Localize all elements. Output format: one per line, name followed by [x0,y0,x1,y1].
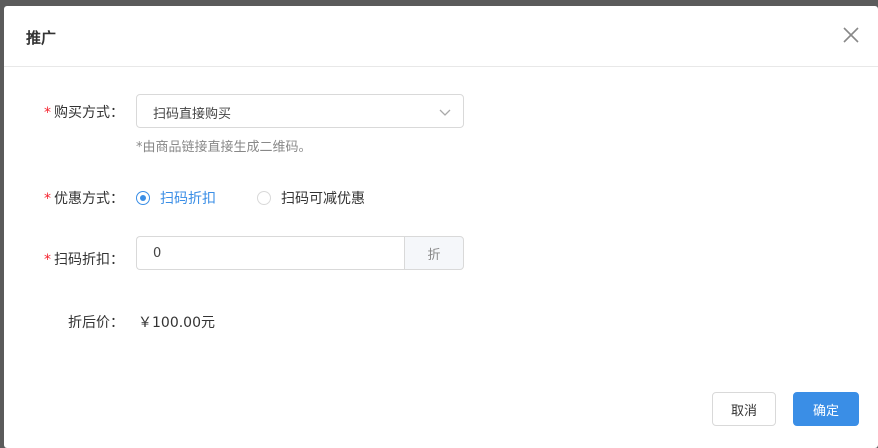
scan-discount-label: * 扫码折扣： [44,252,124,268]
required-mark: * [44,105,51,121]
radio-scan-discount[interactable]: 扫码折扣 [136,188,216,208]
radio-dot [136,191,150,205]
radio-dot [257,191,271,205]
required-mark: * [44,252,51,268]
chevron-down-icon [439,109,451,116]
purchase-method-hint: *由商品链接直接生成二维码。 [136,140,312,155]
purchase-method-value: 扫码直接购买 [153,107,232,122]
confirm-button[interactable]: 确定 [793,392,859,426]
promotion-dialog: 推广 * 购买方式： 扫码直接购买 *由商品链接直接生成二维码。 * 优惠方式： 扫… [4,6,878,448]
dialog-header: 推广 [4,6,878,67]
radio-scan-reduction[interactable]: 扫码可减优惠 [257,188,365,208]
discounted-price-label: 折后价： [68,315,124,331]
required-mark: * [44,191,51,207]
radio-label: 扫码折扣 [160,191,216,207]
scan-discount-input-group: 折 [136,236,464,270]
purchase-method-select[interactable]: 扫码直接购买 [136,94,464,128]
discounted-price-value: ￥100.00元 [138,315,215,331]
radio-label: 扫码可减优惠 [281,191,365,207]
scan-discount-input[interactable] [136,236,404,270]
discount-method-label: * 优惠方式： [44,191,124,207]
close-icon[interactable] [842,26,860,44]
cancel-button[interactable]: 取消 [712,392,776,426]
discount-unit: 折 [404,236,464,270]
dialog-title: 推广 [26,29,57,47]
purchase-method-label: * 购买方式： [44,105,124,121]
